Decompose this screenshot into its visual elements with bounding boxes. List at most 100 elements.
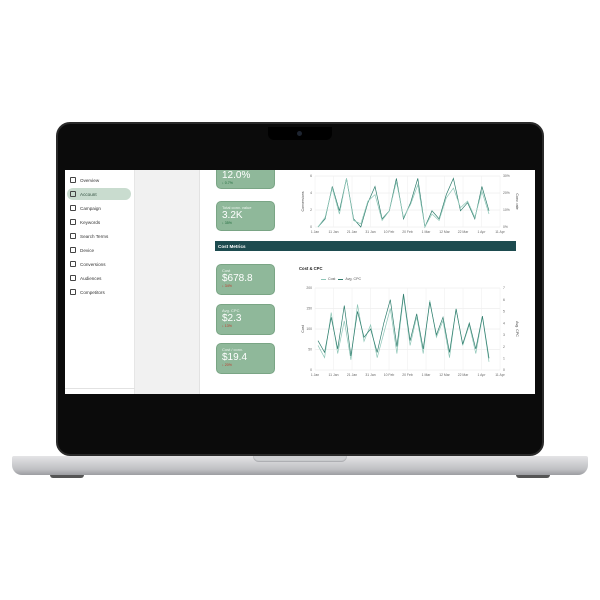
- cost-cpc-chart: 0 50 100 150 200 0 1 2 3 4 5 6 7 1 Jan 11 Jan 21 Jan 31 …: [301, 286, 519, 377]
- globe-icon: [70, 275, 76, 281]
- kpi-card-cost[interactable]: Cost $678.8 ↓ 34%: [216, 264, 275, 295]
- y-axis-label: Cost: [301, 325, 305, 332]
- chart-title: Cost & CPC: [299, 266, 323, 271]
- x-tick-label: 1 Apr: [478, 373, 487, 377]
- sidebar: Overview Account Campaign Keywords Search Te…: [65, 170, 135, 394]
- y2-tick-label: 7: [503, 286, 505, 290]
- y2-tick-label: 0%: [503, 225, 508, 229]
- sidebar-item-account[interactable]: Account: [67, 188, 131, 200]
- x-tick-label: 31 Jan: [365, 230, 375, 234]
- sidebar-item-search-terms[interactable]: Search Terms: [67, 230, 131, 242]
- megaphone-icon: [70, 205, 76, 211]
- x-tick-label: 1 Jan: [311, 373, 319, 377]
- camera-icon: [297, 131, 302, 136]
- x-tick-label: 11 Apr: [495, 373, 505, 377]
- sidebar-item-conversions[interactable]: Conversions: [67, 258, 131, 270]
- y-tick-label: 4: [310, 191, 312, 195]
- y2-tick-label: 10%: [503, 208, 510, 212]
- kpi-card-conv-rate[interactable]: 12.0% ↓ 0.7%: [216, 170, 275, 189]
- sidebar-item-label: Audiences: [80, 275, 102, 281]
- laptop-base-notch: [253, 456, 347, 462]
- section-header-cost-metrics: Cost Metrics: [215, 241, 516, 251]
- x-tick-label: 10 Feb: [384, 230, 395, 234]
- sidebar-item-label: Account: [80, 191, 97, 197]
- y2-axis-label: Conv. rate: [515, 193, 519, 209]
- kpi-delta: ↓ 35%: [222, 221, 232, 225]
- y2-tick-label: 20%: [503, 191, 510, 195]
- x-tick-label: 21 Jan: [347, 373, 357, 377]
- y-tick-label: 150: [306, 307, 312, 311]
- x-tick-label: 10 Feb: [384, 373, 395, 377]
- y-tick-label: 0: [310, 368, 312, 372]
- series-line-avg-cpc: [317, 293, 490, 359]
- side-panel: [135, 170, 200, 394]
- y-tick-label: 100: [306, 327, 312, 331]
- legend-label-cost: Cost: [328, 277, 336, 281]
- sidebar-item-keywords[interactable]: Keywords: [67, 216, 131, 228]
- y-tick-label: 2: [310, 208, 312, 212]
- x-tick-label: 22 Mar: [458, 373, 469, 377]
- eye-icon: [70, 289, 76, 295]
- sidebar-item-campaign[interactable]: Campaign: [67, 202, 131, 214]
- y-tick-label: 6: [310, 174, 312, 178]
- y2-tick-label: 5: [503, 310, 505, 314]
- sidebar-item-label: Competitors: [80, 289, 105, 295]
- y2-tick-label: 3: [503, 333, 505, 337]
- kpi-delta: ↓ 0.7%: [222, 181, 233, 185]
- sidebar-item-overview[interactable]: Overview: [67, 174, 131, 186]
- y2-tick-label: 4: [503, 321, 505, 325]
- x-tick-label: 20 Feb: [402, 230, 413, 234]
- kpi-card-avg-cpc[interactable]: Avg. CPC $2.3 ↓ 13%: [216, 304, 275, 335]
- device-icon: [70, 247, 76, 253]
- chart-legend: Cost Avg. CPC: [318, 277, 361, 281]
- y-tick-label: 0: [310, 225, 312, 229]
- y-tick-label: 200: [306, 286, 312, 290]
- y2-tick-label: 30%: [503, 174, 510, 178]
- sidebar-item-competitors[interactable]: Competitors: [67, 286, 131, 298]
- key-icon: [70, 219, 76, 225]
- x-tick-label: 1 Apr: [478, 230, 487, 234]
- sidebar-item-label: Campaign: [80, 205, 101, 211]
- kpi-value: $2.3: [222, 313, 242, 324]
- laptop-foot-left: [50, 475, 84, 478]
- x-tick-label: 12 Mar: [439, 230, 450, 234]
- legend-swatch-cpc: [338, 278, 344, 280]
- x-tick-label: 11 Jan: [329, 373, 339, 377]
- user-icon: [70, 191, 76, 197]
- x-tick-label: 1 Mar: [422, 230, 432, 234]
- y2-axis-label: Avg. CPC: [515, 321, 519, 337]
- conversions-chart: 0 2 4 6 0% 10% 20% 30% 1 Jan 11 Jan 21 Jan 31 Jan 10…: [301, 174, 519, 234]
- series-line-conversions: [317, 177, 490, 229]
- kpi-value: $19.4: [222, 352, 248, 363]
- kpi-value: $678.8: [222, 273, 253, 284]
- x-tick-label: 31 Jan: [365, 373, 375, 377]
- y2-tick-label: 0: [503, 368, 505, 372]
- x-tick-label: 11 Apr: [495, 230, 505, 234]
- sidebar-item-audiences[interactable]: Audiences: [67, 272, 131, 284]
- home-icon: [70, 177, 76, 183]
- x-tick-label: 1 Mar: [422, 373, 432, 377]
- y-tick-label: 50: [308, 348, 312, 352]
- laptop-foot-right: [516, 475, 550, 478]
- screen: Overview Account Campaign Keywords Search Te…: [65, 170, 535, 394]
- sidebar-item-label: Conversions: [80, 261, 106, 267]
- cart-icon: [70, 261, 76, 267]
- y2-tick-label: 2: [503, 345, 505, 349]
- sidebar-item-label: Search Terms: [80, 233, 109, 239]
- sidebar-item-device[interactable]: Device: [67, 244, 131, 256]
- sidebar-item-label: Device: [80, 247, 95, 253]
- search-icon: [70, 233, 76, 239]
- kpi-delta: ↓ 13%: [222, 324, 232, 328]
- legend-swatch-cost: [321, 278, 326, 280]
- x-tick-label: 12 Mar: [439, 373, 450, 377]
- main-content: 12.0% ↓ 0.7% Total conv. value 3.2K ↓ 35…: [200, 170, 535, 394]
- legend-label-cpc: Avg. CPC: [345, 277, 362, 281]
- sidebar-item-label: Overview: [80, 177, 100, 183]
- kpi-card-total-conv-value[interactable]: Total conv. value 3.2K ↓ 35%: [216, 201, 275, 231]
- kpi-card-cost-per-conv[interactable]: Cost / conv. $19.4 ↓ 20%: [216, 343, 275, 374]
- sidebar-item-label: Keywords: [80, 219, 101, 225]
- kpi-value: 12.0%: [222, 170, 251, 181]
- y-axis-label: Conversions: [301, 191, 305, 211]
- kpi-value: 3.2K: [222, 210, 243, 221]
- x-tick-label: 1 Jan: [311, 230, 319, 234]
